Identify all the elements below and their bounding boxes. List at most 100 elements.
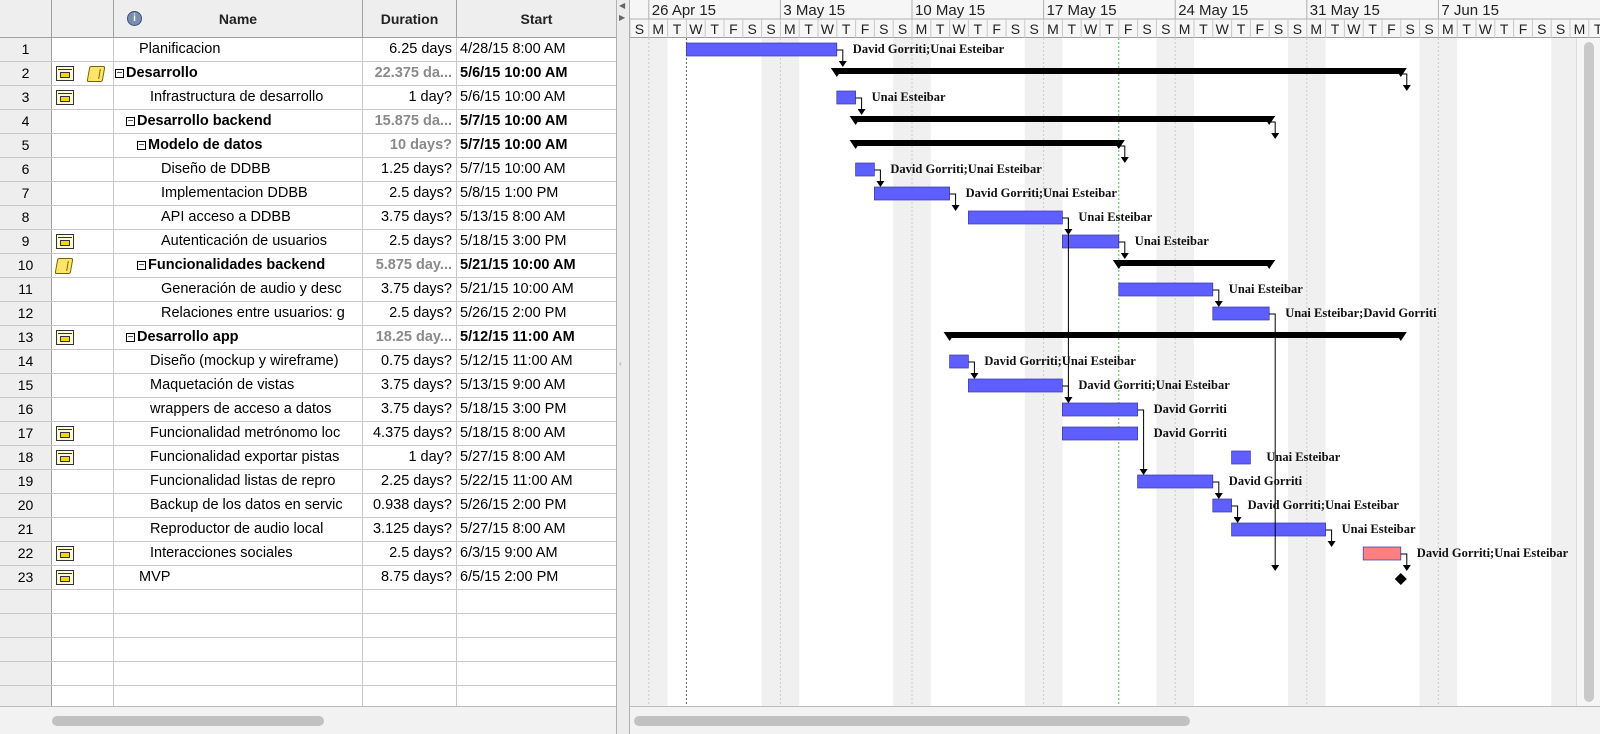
task-name[interactable]: Reproductor de audio local	[114, 518, 363, 541]
task-row[interactable]: 9 Autenticación de usuarios 2.5 days? 5/18/…	[0, 230, 616, 254]
task-row[interactable]: 14 Diseño (mockup y wireframe) 0.75 days? 5…	[0, 350, 616, 374]
task-name[interactable]	[114, 614, 363, 637]
note-icon[interactable]	[54, 258, 74, 274]
calendar-icon[interactable]	[56, 546, 74, 561]
task-start[interactable]: 5/21/15 10:00 AM	[457, 278, 616, 301]
task-name[interactable]	[114, 638, 363, 661]
summary-bar[interactable]	[949, 332, 1401, 338]
task-bar[interactable]	[968, 210, 1063, 225]
critical-task-bar[interactable]	[1362, 546, 1402, 561]
calendar-icon[interactable]	[56, 570, 74, 585]
task-start[interactable]: 5/27/15 8:00 AM	[457, 446, 616, 469]
summary-bar[interactable]	[1118, 260, 1270, 266]
task-duration[interactable]: 1 day?	[363, 446, 457, 469]
task-grid[interactable]: i Name Duration Start 1 Planificacion 6.25…	[0, 0, 616, 706]
calendar-icon[interactable]	[56, 330, 74, 345]
task-bar[interactable]	[686, 42, 838, 57]
row-number[interactable]: 9	[0, 230, 52, 253]
task-row[interactable]: 18 Funcionalidad exportar pistas 1 day? 5/2…	[0, 446, 616, 470]
task-bar[interactable]	[855, 162, 875, 177]
task-name[interactable]: − Funcionalidades backend	[114, 254, 363, 277]
task-start[interactable]: 5/13/15 9:00 AM	[457, 374, 616, 397]
task-start[interactable]	[457, 686, 616, 706]
calendar-icon[interactable]	[56, 426, 74, 441]
task-name[interactable]: Diseño (mockup y wireframe)	[114, 350, 363, 373]
task-row[interactable]: 6 Diseño de DDBB 1.25 days? 5/7/15 10:00 AM	[0, 158, 616, 182]
task-bar[interactable]	[1212, 306, 1270, 321]
task-start[interactable]: 5/18/15 3:00 PM	[457, 398, 616, 421]
task-bar[interactable]	[874, 186, 950, 201]
task-duration[interactable]: 15.875 da...	[363, 110, 457, 133]
task-duration[interactable]	[363, 686, 457, 706]
task-start[interactable]: 5/26/15 2:00 PM	[457, 302, 616, 325]
task-name[interactable]: − Modelo de datos	[114, 134, 363, 157]
task-row[interactable]: 3 Infrastructura de desarrollo 1 day? 5/6/1…	[0, 86, 616, 110]
row-number[interactable]: 15	[0, 374, 52, 397]
task-start[interactable]: 6/5/15 2:00 PM	[457, 566, 616, 589]
row-number[interactable]: 13	[0, 326, 52, 349]
task-duration[interactable]: 3.75 days?	[363, 398, 457, 421]
chart-vertical-scrollbar[interactable]	[1576, 38, 1600, 706]
task-name[interactable]: Maquetación de vistas	[114, 374, 363, 397]
row-number[interactable]: 23	[0, 566, 52, 589]
task-duration[interactable]: 4.375 days?	[363, 422, 457, 445]
task-bar[interactable]	[1062, 426, 1138, 441]
start-column-header[interactable]: Start	[457, 0, 616, 38]
empty-row[interactable]	[0, 638, 616, 662]
task-start[interactable]: 5/22/15 11:00 AM	[457, 470, 616, 493]
task-duration[interactable]: 5.875 day...	[363, 254, 457, 277]
task-row[interactable]: 4− Desarrollo backend 15.875 da... 5/7/15 1…	[0, 110, 616, 134]
row-number[interactable]: 19	[0, 470, 52, 493]
row-number[interactable]: 21	[0, 518, 52, 541]
task-duration[interactable]: 0.938 days?	[363, 494, 457, 517]
task-name[interactable]: Infrastructura de desarrollo	[114, 86, 363, 109]
row-number[interactable]: 4	[0, 110, 52, 133]
row-number[interactable]: 20	[0, 494, 52, 517]
row-number[interactable]: 18	[0, 446, 52, 469]
row-number[interactable]: 2	[0, 62, 52, 85]
milestone-diamond[interactable]	[1394, 573, 1407, 585]
task-duration[interactable]	[363, 614, 457, 637]
task-bar[interactable]	[1137, 474, 1214, 489]
empty-row[interactable]	[0, 590, 616, 614]
name-column-header[interactable]: Name	[114, 0, 363, 38]
task-start[interactable]	[457, 614, 616, 637]
empty-row[interactable]	[0, 686, 616, 706]
empty-row[interactable]	[0, 614, 616, 638]
summary-bar[interactable]	[836, 68, 1401, 74]
row-number[interactable]: 6	[0, 158, 52, 181]
grid-horizontal-scrollbar[interactable]	[0, 706, 616, 734]
task-row[interactable]: 11 Generación de audio y desc 3.75 days? 5/…	[0, 278, 616, 302]
task-start[interactable]: 5/7/15 10:00 AM	[457, 134, 616, 157]
task-start[interactable]: 5/18/15 3:00 PM	[457, 230, 616, 253]
empty-row[interactable]	[0, 662, 616, 686]
summary-bar[interactable]	[855, 116, 1270, 122]
task-bar[interactable]	[1118, 282, 1214, 297]
task-bar[interactable]	[1062, 402, 1138, 417]
task-name[interactable]: Funcionalidad exportar pistas	[114, 446, 363, 469]
task-start[interactable]: 5/12/15 11:00 AM	[457, 350, 616, 373]
task-name[interactable]: Generación de audio y desc	[114, 278, 363, 301]
task-name[interactable]	[114, 686, 363, 706]
task-row[interactable]: 5− Modelo de datos 10 days? 5/7/15 10:00 AM	[0, 134, 616, 158]
task-duration[interactable]: 1 day?	[363, 86, 457, 109]
task-row[interactable]: 15 Maquetación de vistas 3.75 days? 5/13/15…	[0, 374, 616, 398]
collapse-right-icon[interactable]: ▶	[619, 14, 625, 22]
grid-scroll-thumb[interactable]	[52, 716, 324, 726]
task-start[interactable]: 5/21/15 10:00 AM	[457, 254, 616, 277]
task-duration[interactable]: 2.25 days?	[363, 470, 457, 493]
row-number[interactable]: 8	[0, 206, 52, 229]
task-duration[interactable]: 2.5 days?	[363, 302, 457, 325]
row-number[interactable]: 17	[0, 422, 52, 445]
task-duration[interactable]: 3.75 days?	[363, 278, 457, 301]
task-duration[interactable]: 3.75 days?	[363, 206, 457, 229]
task-name[interactable]: − Desarrollo backend	[114, 110, 363, 133]
note-icon[interactable]	[86, 66, 106, 82]
task-duration[interactable]: 3.125 days?	[363, 518, 457, 541]
task-duration[interactable]	[363, 590, 457, 613]
info-column-header[interactable]: i	[52, 0, 142, 38]
task-name[interactable]: wrappers de acceso a datos	[114, 398, 363, 421]
collapse-toggle-icon[interactable]: −	[126, 117, 135, 127]
task-bar[interactable]	[836, 90, 856, 105]
task-row[interactable]: 23 MVP 8.75 days? 6/5/15 2:00 PM	[0, 566, 616, 590]
